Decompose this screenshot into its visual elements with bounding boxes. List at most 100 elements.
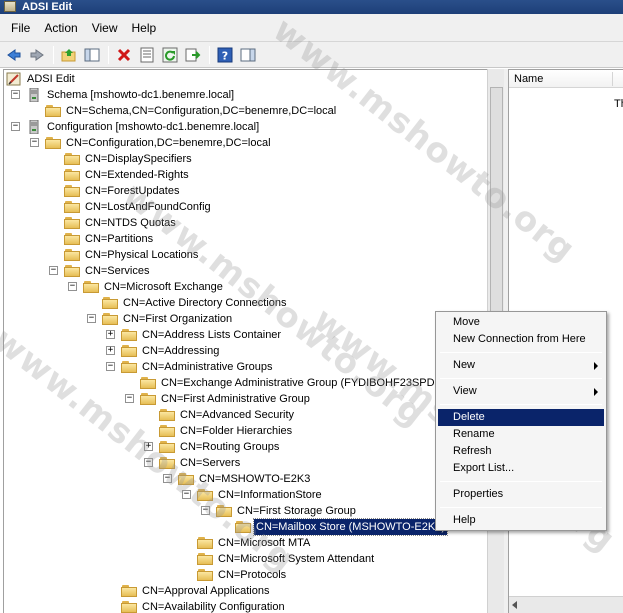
submenu-arrow-icon (594, 388, 598, 396)
menu-item-rename[interactable]: Rename (438, 426, 604, 443)
tree-node-exchange-admin-group[interactable]: CN=Exchange Administrative Group (FYDIBO… (4, 375, 487, 391)
menu-separator (440, 404, 602, 405)
tree-node-label: CN=MSHOWTO-E2K3 (199, 473, 311, 485)
tree-node-ntds-quotas[interactable]: CN=NTDS Quotas (4, 215, 487, 231)
tree-node-label: CN=Schema,CN=Configuration,DC=benemre,DC… (66, 105, 337, 117)
up-one-level-button[interactable] (58, 45, 80, 65)
export-list-icon (185, 48, 201, 61)
folder-icon (159, 408, 175, 422)
collapse-icon[interactable]: − (125, 394, 134, 403)
tree-node-display-specifiers[interactable]: CN=DisplaySpecifiers (4, 151, 487, 167)
tree-node-first-admin-group[interactable]: − CN=First Administrative Group (4, 391, 487, 407)
menu-item-refresh[interactable]: Refresh (438, 443, 604, 460)
tree-node-label: CN=Folder Hierarchies (180, 425, 293, 437)
menu-item-new[interactable]: New (438, 357, 604, 374)
expand-icon[interactable]: + (144, 442, 153, 451)
export-list-button[interactable] (182, 45, 204, 65)
menu-item-help[interactable]: Help (438, 512, 604, 529)
tree-node-first-organization[interactable]: − CN=First Organization (4, 311, 487, 327)
help-button[interactable]: ? (214, 45, 236, 65)
collapse-icon[interactable]: − (144, 458, 153, 467)
menu-item-label: Refresh (453, 445, 492, 457)
menu-item-new-connection[interactable]: New Connection from Here (438, 331, 604, 348)
server-icon (26, 87, 42, 103)
tree-node-schema[interactable]: − Schema [mshowto-dc1.benemre.local] (4, 87, 487, 103)
tree-node-administrative-groups[interactable]: − CN=Administrative Groups (4, 359, 487, 375)
forward-button[interactable] (26, 45, 48, 65)
tree-node-microsoft-mta[interactable]: CN=Microsoft MTA (4, 535, 487, 551)
menu-item-export-list[interactable]: Export List... (438, 460, 604, 477)
folder-icon (64, 168, 80, 182)
menu-view[interactable]: View (85, 14, 125, 42)
menu-item-delete[interactable]: Delete (438, 409, 604, 426)
tree-node-first-storage-group[interactable]: − CN=First Storage Group (4, 503, 487, 519)
column-separator[interactable] (612, 72, 613, 86)
tree-node-servers[interactable]: − CN=Servers (4, 455, 487, 471)
tree-node-information-store[interactable]: − CN=InformationStore (4, 487, 487, 503)
collapse-icon[interactable]: − (201, 506, 210, 515)
properties-icon (140, 47, 154, 62)
name-column-header[interactable]: Name (509, 70, 623, 88)
details-horizontal-scrollbar[interactable] (509, 596, 623, 613)
menu-item-view[interactable]: View (438, 383, 604, 400)
tree-node-availability-configuration[interactable]: CN=Availability Configuration (4, 599, 487, 613)
scroll-left-icon[interactable] (512, 601, 517, 609)
collapse-icon[interactable]: − (30, 138, 39, 147)
folder-icon (64, 200, 80, 214)
show-hide-action-pane-button[interactable] (237, 45, 259, 65)
menu-action[interactable]: Action (37, 14, 84, 42)
expand-icon[interactable]: + (106, 346, 115, 355)
tree-node-partitions[interactable]: CN=Partitions (4, 231, 487, 247)
delete-button[interactable] (113, 45, 135, 65)
collapse-icon[interactable]: − (49, 266, 58, 275)
tree-node-protocols[interactable]: CN=Protocols (4, 567, 487, 583)
collapse-icon[interactable]: − (87, 314, 96, 323)
tree-node-microsoft-exchange[interactable]: − CN=Microsoft Exchange (4, 279, 487, 295)
folder-icon (159, 440, 175, 454)
collapse-icon[interactable]: − (68, 282, 77, 291)
tree-node-folder-hierarchies[interactable]: CN=Folder Hierarchies (4, 423, 487, 439)
tree-node-root[interactable]: ADSI Edit (4, 71, 487, 87)
menu-bar: File Action View Help (0, 14, 623, 42)
back-button[interactable] (3, 45, 25, 65)
collapse-icon[interactable]: − (106, 362, 115, 371)
tree-node-services[interactable]: − CN=Services (4, 263, 487, 279)
tree-node-label: CN=First Organization (123, 313, 233, 325)
tree-node-mailbox-store[interactable]: CN=Mailbox Store (MSHOWTO-E2K3) (4, 518, 487, 536)
tree-node-physical-locations[interactable]: CN=Physical Locations (4, 247, 487, 263)
refresh-button[interactable] (159, 45, 181, 65)
folder-icon (216, 504, 232, 518)
tree-node-lost-and-found[interactable]: CN=LostAndFoundConfig (4, 199, 487, 215)
tree-node-configuration[interactable]: − Configuration [mshowto-dc1.benemre.loca… (4, 119, 487, 135)
collapse-icon[interactable]: − (11, 90, 20, 99)
collapse-icon[interactable]: − (182, 490, 191, 499)
show-hide-tree-icon (84, 48, 100, 61)
tree-node-active-directory-connections[interactable]: CN=Active Directory Connections (4, 295, 487, 311)
tree-node-address-lists-container[interactable]: + CN=Address Lists Container (4, 327, 487, 343)
tree-node-system-attendant[interactable]: CN=Microsoft System Attendant (4, 551, 487, 567)
menu-help[interactable]: Help (125, 14, 164, 42)
tree-node-approval-applications[interactable]: CN=Approval Applications (4, 583, 487, 599)
tree-node-label: CN=Availability Configuration (142, 601, 285, 613)
tree-node-mshowto-e2k3[interactable]: − CN=MSHOWTO-E2K3 (4, 471, 487, 487)
tree-node-forest-updates[interactable]: CN=ForestUpdates (4, 183, 487, 199)
menu-file[interactable]: File (4, 14, 37, 42)
tree-node-label: CN=Physical Locations (85, 249, 199, 261)
tree-node-extended-rights[interactable]: CN=Extended-Rights (4, 167, 487, 183)
tree-node-addressing[interactable]: + CN=Addressing (4, 343, 487, 359)
collapse-icon[interactable]: − (11, 122, 20, 131)
tree-node-config-child[interactable]: − CN=Configuration,DC=benemre,DC=local (4, 135, 487, 151)
collapse-icon[interactable]: − (163, 474, 172, 483)
tree-node-advanced-security[interactable]: CN=Advanced Security (4, 407, 487, 423)
properties-button[interactable] (136, 45, 158, 65)
expand-icon[interactable]: + (106, 330, 115, 339)
tree-node-label: CN=Protocols (218, 569, 287, 581)
folder-icon (102, 312, 118, 326)
tree-node-schema-child[interactable]: CN=Schema,CN=Configuration,DC=benemre,DC… (4, 103, 487, 119)
menu-item-label: View (453, 385, 477, 397)
show-hide-tree-button[interactable] (81, 45, 103, 65)
menu-item-properties[interactable]: Properties (438, 486, 604, 503)
menu-item-move[interactable]: Move (438, 314, 604, 331)
tree-pane[interactable]: ADSI Edit − Schema [mshowto-dc1.benemre.lo… (3, 69, 487, 613)
tree-node-routing-groups[interactable]: + CN=Routing Groups (4, 439, 487, 455)
